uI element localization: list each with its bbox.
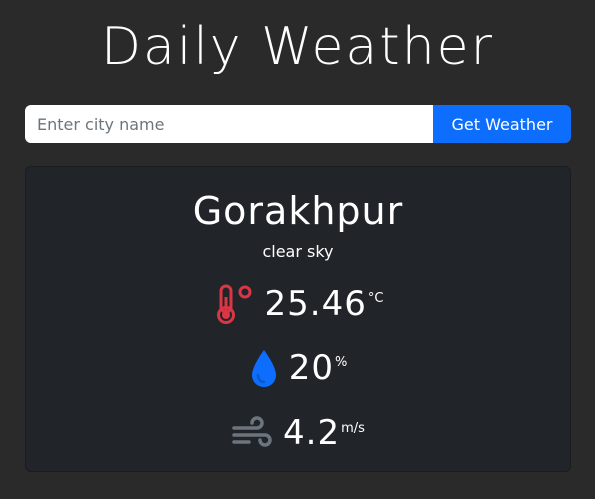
get-weather-button[interactable]: Get Weather xyxy=(433,105,571,143)
thermometer-icon xyxy=(213,283,255,325)
city-name: Gorakhpur xyxy=(192,189,404,233)
temperature-row: 25.46 °C xyxy=(26,283,570,325)
page: Daily Weather Get Weather Gorakhpur clea… xyxy=(0,0,595,499)
app-title: Daily Weather xyxy=(100,17,495,77)
weather-description: clear sky xyxy=(262,242,334,261)
wind-value: 4.2 xyxy=(283,413,341,453)
wind-row: 4.2 m/s xyxy=(26,413,570,453)
droplet-icon xyxy=(249,347,279,389)
wind-icon xyxy=(231,416,273,450)
city-search-input[interactable] xyxy=(25,105,433,143)
wind-unit: m/s xyxy=(341,421,365,436)
humidity-row: 20 % xyxy=(26,347,570,389)
temperature-unit: °C xyxy=(367,291,384,306)
humidity-unit: % xyxy=(334,355,348,370)
weather-card: Gorakhpur clear sky 25.46 °C 20 % 4.2 m/… xyxy=(25,166,571,472)
search-bar: Get Weather xyxy=(25,105,571,143)
humidity-value: 20 xyxy=(288,348,334,388)
temperature-value: 25.46 xyxy=(264,284,367,324)
